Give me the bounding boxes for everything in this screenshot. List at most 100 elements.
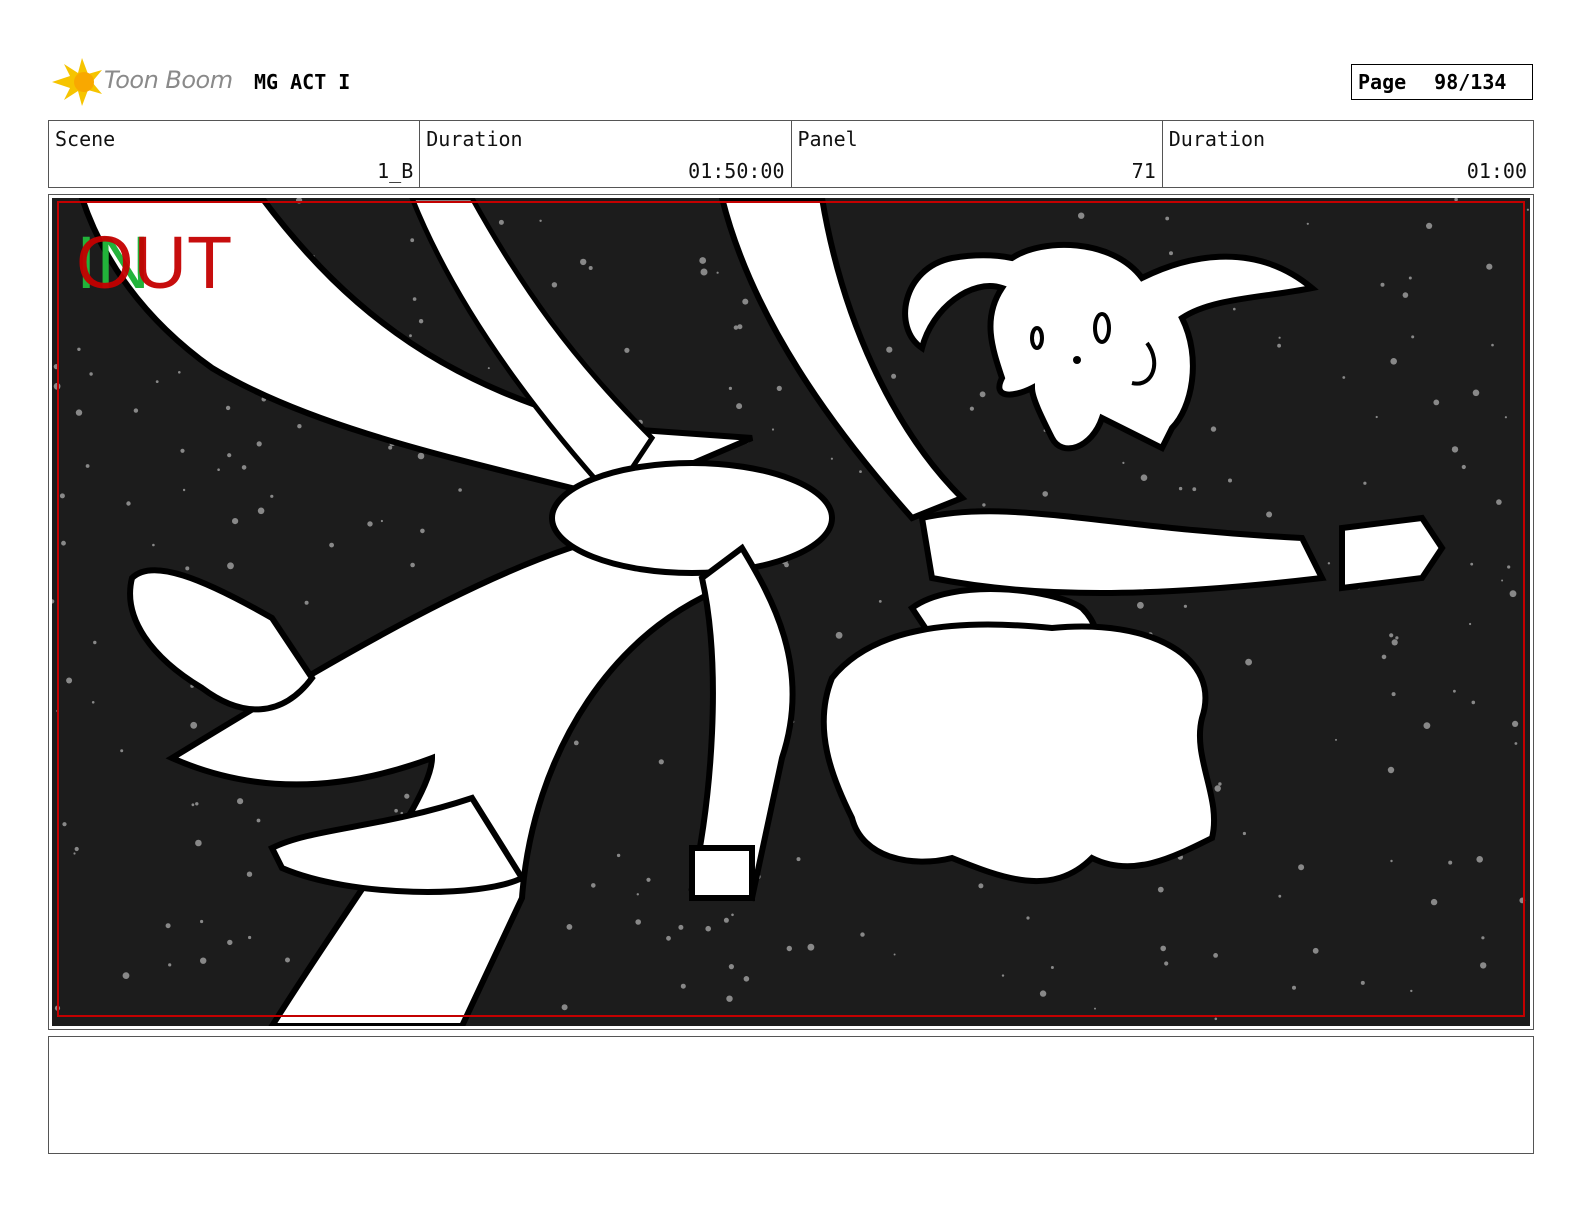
star-dot	[886, 346, 893, 353]
star-dot	[728, 386, 733, 390]
star-dot	[771, 428, 775, 431]
star-dot	[1039, 990, 1047, 997]
star-dot	[200, 919, 204, 924]
star-dot	[636, 893, 639, 896]
star-dot	[1433, 399, 1440, 406]
star-dot	[165, 923, 171, 929]
star-dot	[737, 324, 743, 330]
star-dot	[85, 464, 90, 468]
star-dot	[155, 380, 159, 383]
star-dot	[1233, 307, 1236, 311]
star-dot	[678, 924, 684, 930]
star-dot	[1410, 989, 1413, 993]
star-dot	[1402, 292, 1409, 298]
star-dot	[217, 468, 220, 472]
star-dot	[1426, 222, 1433, 229]
star-dot	[573, 740, 579, 746]
panel-duration-cell: Duration 01:00	[1163, 121, 1533, 187]
star-dot	[591, 883, 596, 888]
notes-box[interactable]	[48, 1036, 1534, 1154]
page-label: Page	[1358, 70, 1407, 94]
star-dot	[168, 963, 172, 967]
star-dot	[1164, 961, 1169, 966]
star-dot	[388, 445, 393, 450]
star-dot	[93, 640, 97, 645]
star-dot	[1327, 562, 1331, 565]
star-dot	[1157, 886, 1164, 893]
page-indicator: Page 98/134	[1351, 64, 1533, 100]
star-dot	[185, 566, 190, 571]
star-dot	[417, 452, 425, 460]
star-dot	[733, 325, 739, 330]
star-dot	[75, 409, 83, 416]
star-dot	[227, 939, 233, 946]
star-dot	[1360, 980, 1365, 985]
star-dot	[1178, 486, 1183, 491]
star-dot	[835, 631, 843, 639]
star-dot	[1278, 336, 1281, 339]
star-dot	[743, 976, 750, 982]
star-dot	[728, 964, 735, 970]
star-dot	[77, 347, 81, 351]
star-dot	[182, 488, 186, 492]
star-dot	[1277, 343, 1281, 348]
star-dot	[786, 945, 792, 952]
star-dot	[646, 877, 651, 882]
star-dot	[246, 871, 253, 877]
star-dot	[418, 319, 424, 324]
star-dot	[458, 488, 462, 492]
star-dot	[731, 913, 734, 917]
star-dot	[566, 924, 573, 930]
star-dot	[784, 562, 789, 568]
star-dot	[807, 943, 815, 951]
out-marker: OUT	[76, 224, 232, 296]
star-dot	[1214, 1017, 1218, 1021]
star-dot	[1165, 216, 1170, 221]
scene-duration-value: 01:50:00	[688, 159, 785, 183]
star-dot	[248, 935, 252, 940]
star-dot	[616, 853, 621, 858]
star-dot	[256, 818, 261, 823]
star-dot	[1169, 251, 1173, 256]
star-dot	[580, 258, 587, 266]
star-dot	[1242, 831, 1246, 836]
star-dot	[257, 507, 265, 515]
star-dot	[891, 373, 897, 379]
star-dot	[498, 219, 504, 225]
star-dot	[152, 543, 155, 547]
star-dot	[1395, 636, 1399, 640]
star-dot	[588, 266, 593, 270]
star-dot	[1218, 782, 1222, 786]
star-dot	[297, 424, 302, 429]
star-dot	[410, 562, 415, 568]
star-dot	[1486, 263, 1493, 270]
star-dot	[1192, 487, 1197, 492]
star-dot	[126, 501, 131, 506]
star-dot	[227, 562, 234, 570]
star-dot	[178, 371, 181, 374]
star-dot	[1342, 376, 1346, 379]
star-dot	[1266, 511, 1273, 518]
project-title: MG ACT I	[254, 70, 351, 94]
logo-text: Toon Boom	[104, 66, 233, 94]
star-dot	[1042, 491, 1048, 497]
star-dot	[1387, 766, 1395, 774]
star-dot	[241, 465, 247, 470]
star-dot	[180, 448, 185, 453]
star-dot	[1183, 604, 1187, 608]
star-dot	[304, 600, 309, 605]
star-dot	[624, 347, 630, 353]
star-dot	[133, 408, 139, 413]
star-dot	[1526, 208, 1529, 211]
star-dot	[1214, 785, 1221, 792]
star-dot	[1363, 481, 1367, 485]
star-dot	[796, 857, 801, 862]
star-dot	[1050, 966, 1054, 969]
star-dot	[830, 457, 834, 460]
star-dot	[1453, 689, 1456, 693]
star-dot	[1306, 222, 1309, 225]
star-dot	[1507, 565, 1511, 569]
star-dot	[635, 919, 641, 925]
in-out-markers: IN OUT	[76, 224, 232, 296]
star-dot	[380, 519, 383, 523]
